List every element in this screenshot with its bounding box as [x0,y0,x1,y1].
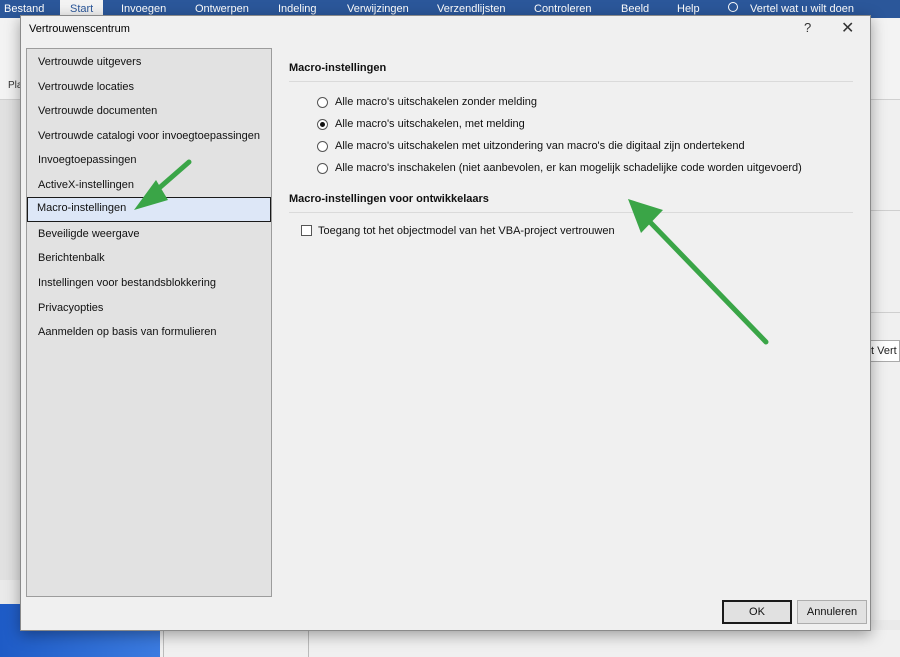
close-button[interactable]: ✕ [841,18,854,38]
tab-verzendlijsten[interactable]: Verzendlijsten [437,3,506,15]
ok-button[interactable]: OK [722,600,792,624]
lightbulb-icon [728,2,738,12]
section-divider [289,212,853,213]
help-button[interactable]: ? [804,20,811,35]
checkbox-label: Toegang tot het objectmodel van het VBA-… [318,225,615,237]
sidebar-item-vertrouwde-documenten[interactable]: Vertrouwde documenten [28,100,270,124]
tab-beeld[interactable]: Beeld [621,3,649,15]
radio-label: Alle macro's uitschakelen zonder melding [335,96,538,108]
side-pane-divider [870,312,900,313]
radio-button-selected[interactable] [317,119,328,130]
sidebar-item-invoegtoepassingen[interactable]: Invoegtoepassingen [28,149,270,173]
sidebar-item-vertrouwde-catalogi[interactable]: Vertrouwde catalogi voor invoegtoepassin… [28,125,270,149]
tab-invoegen[interactable]: Invoegen [121,3,166,15]
section-divider [289,81,853,82]
radio-label: Alle macro's inschakelen (niet aanbevole… [335,162,802,174]
sidebar-item-bestandsblokkering[interactable]: Instellingen voor bestandsblokkering [28,272,270,296]
radio-label: Alle macro's uitschakelen met uitzonderi… [335,140,745,152]
sidebar-item-activex[interactable]: ActiveX-instellingen [28,174,270,198]
sidebar-item-formulieren[interactable]: Aanmelden op basis van formulieren [28,321,270,345]
sidebar-item-macro-instellingen[interactable]: Macro-instellingen [27,197,271,222]
bg-divider [163,630,164,657]
vba-trust-checkbox[interactable] [301,225,312,236]
sidebar-item-vertrouwde-locaties[interactable]: Vertrouwde locaties [28,76,270,100]
tab-controleren[interactable]: Controleren [534,3,591,15]
radio-label: Alle macro's uitschakelen, met melding [335,118,525,130]
sidebar-item-beveiligde-weergave[interactable]: Beveiligde weergave [28,223,270,247]
cancel-button[interactable]: Annuleren [797,600,867,624]
dev-section-title: Macro-instellingen voor ontwikkelaars [289,193,489,205]
tab-indeling[interactable]: Indeling [278,3,317,15]
sidebar-item-vertrouwde-uitgevers[interactable]: Vertrouwde uitgevers [28,51,270,75]
radio-button[interactable] [317,141,328,152]
tell-me-search[interactable]: Vertel wat u wilt doen [750,3,854,15]
macro-section-title: Macro-instellingen [289,62,387,74]
tab-help[interactable]: Help [677,3,700,15]
settings-panel: Macro-instellingen Alle macro's uitschak… [289,48,857,568]
side-pane-divider [870,210,900,211]
tab-ontwerpen[interactable]: Ontwerpen [195,3,249,15]
dialog-title: Vertrouwenscentrum [29,23,130,35]
tab-bestand[interactable]: Bestand [4,3,44,15]
tab-verwijzingen[interactable]: Verwijzingen [347,3,409,15]
sidebar-item-berichtenbalk[interactable]: Berichtenbalk [28,247,270,271]
document-margin [0,100,22,580]
trust-center-dialog: Vertrouwenscentrum ? ✕ Vertrouwde uitgev… [20,15,871,631]
radio-button[interactable] [317,163,328,174]
bg-divider [308,630,309,657]
sidebar-item-privacyopties[interactable]: Privacyopties [28,297,270,321]
radio-button[interactable] [317,97,328,108]
sidebar: Vertrouwde uitgevers Vertrouwde locaties… [26,48,272,597]
